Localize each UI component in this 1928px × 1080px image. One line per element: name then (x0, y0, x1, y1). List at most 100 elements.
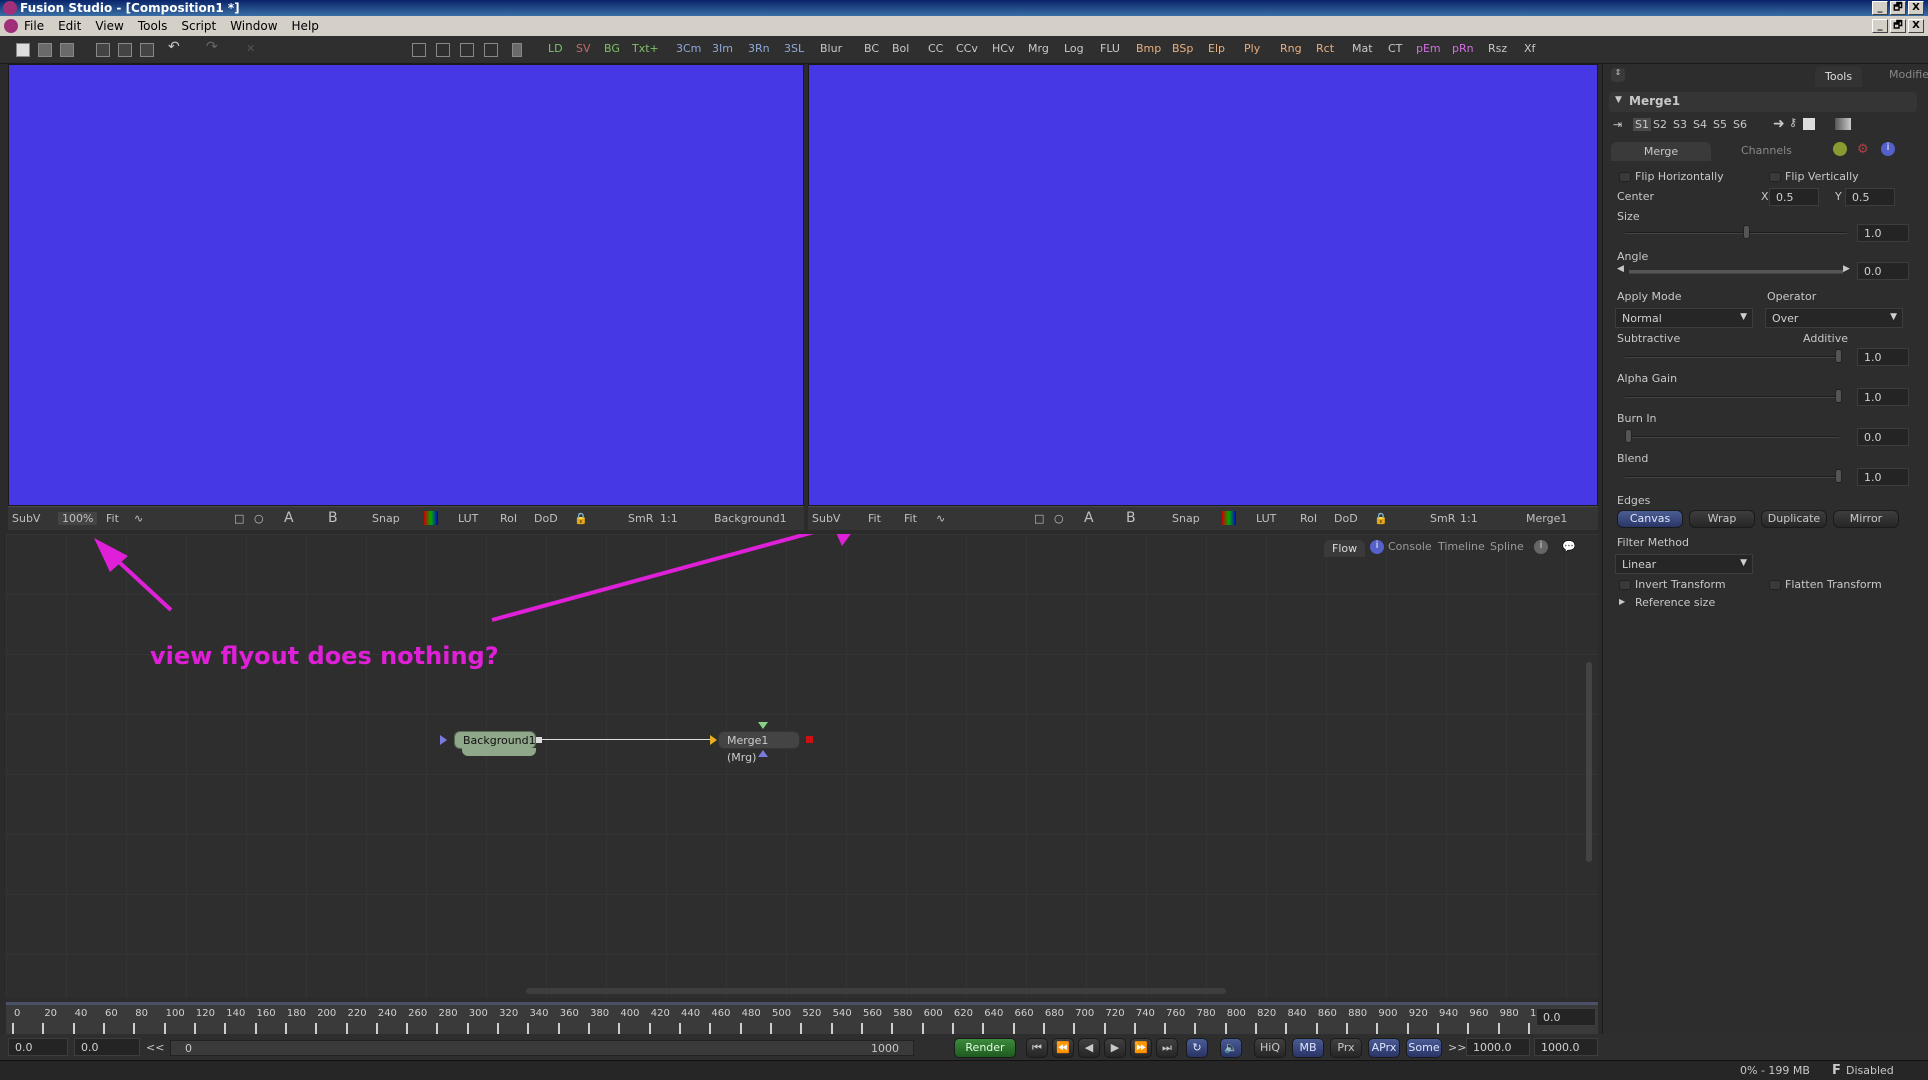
fit-button[interactable]: Fit (904, 512, 917, 525)
radioactive-icon[interactable] (1833, 142, 1847, 156)
edges-mirror-button[interactable]: Mirror (1833, 510, 1899, 528)
tool-3im-button[interactable]: 3Im (712, 42, 733, 55)
zoom-dropdown[interactable]: Fit (868, 512, 881, 525)
angle-right-arrow-icon[interactable]: ▶ (1843, 264, 1850, 274)
menu-script[interactable]: Script (181, 16, 216, 36)
menu-edit[interactable]: Edit (58, 16, 81, 36)
tab-tools[interactable]: Tools (1815, 66, 1863, 87)
invert-transform-checkbox[interactable] (1619, 580, 1631, 590)
smr-button[interactable]: SmR (1430, 512, 1455, 525)
tool-flu-button[interactable]: FLU (1100, 42, 1120, 55)
mb-button[interactable]: MB (1292, 1038, 1324, 1058)
blend-field[interactable]: 1.0 (1857, 468, 1909, 486)
reference-size-label[interactable]: Reference size (1635, 596, 1715, 609)
paste-icon[interactable] (140, 43, 154, 57)
subtab-channels[interactable]: Channels (1741, 144, 1792, 157)
delete-icon[interactable]: ✕ (246, 42, 255, 55)
some-button[interactable]: Some (1406, 1038, 1442, 1058)
subtractive-additive-field[interactable]: 1.0 (1857, 348, 1909, 366)
restore-button[interactable]: 🗗 (1890, 1, 1906, 15)
menu-file[interactable]: File (24, 16, 44, 36)
undo-icon[interactable]: ↶ (168, 39, 180, 55)
fullscreen-icon[interactable] (512, 43, 522, 57)
menu-tools[interactable]: Tools (138, 16, 168, 36)
more-button[interactable]: >> (1448, 1041, 1466, 1054)
rectangle-tool-icon[interactable]: □ (234, 512, 244, 525)
close-button[interactable]: X (1908, 1, 1924, 15)
flatten-transform-checkbox[interactable] (1769, 580, 1781, 590)
play-icon[interactable]: ▶ (1104, 1038, 1126, 1058)
tab-spline[interactable]: Spline (1490, 540, 1524, 553)
foreground-input-icon[interactable] (758, 722, 768, 729)
layout-1-icon[interactable] (412, 43, 426, 57)
current-time-field[interactable]: 0.0 (1536, 1008, 1596, 1026)
key-icon[interactable]: ⚷ (1789, 116, 1797, 129)
prx-button[interactable]: Prx (1330, 1038, 1362, 1058)
tool-cc-button[interactable]: CC (928, 42, 943, 55)
one-to-one-button[interactable]: 1:1 (660, 512, 678, 525)
angle-thumbwheel[interactable] (1629, 270, 1843, 274)
global-end-field[interactable]: 1000.0 (1534, 1038, 1598, 1056)
aprx-button[interactable]: APrx (1368, 1038, 1400, 1058)
render-end-field[interactable]: 1000.0 (1466, 1038, 1530, 1056)
less-button[interactable]: << (146, 1041, 164, 1054)
tool-3sl-button[interactable]: 3SL (784, 42, 804, 55)
layout-2-icon[interactable] (436, 43, 450, 57)
lut-button[interactable]: LUT (458, 512, 478, 525)
tool-ply-button[interactable]: Ply (1244, 42, 1260, 55)
view-a-button[interactable]: A (1084, 510, 1094, 526)
alpha-gain-slider[interactable] (1625, 389, 1842, 403)
tool-rsz-button[interactable]: Rsz (1488, 42, 1507, 55)
one-to-one-button[interactable]: 1:1 (1460, 512, 1478, 525)
tool-bg-button[interactable]: BG (604, 42, 620, 55)
forward-arrow-icon[interactable]: ➜ (1773, 116, 1785, 132)
global-start-field[interactable]: 0.0 (8, 1038, 68, 1056)
tool-sv-button[interactable]: SV (576, 42, 591, 55)
slider-knob[interactable] (1835, 389, 1842, 403)
operator-dropdown[interactable]: Over (1765, 308, 1903, 328)
angle-field[interactable]: 0.0 (1857, 262, 1909, 280)
snap-button[interactable]: Snap (1172, 512, 1200, 525)
color-channel-icon[interactable] (424, 511, 438, 525)
flow-horizontal-scrollbar[interactable] (526, 988, 1226, 994)
tool-bmp-button[interactable]: Bmp (1136, 42, 1161, 55)
subtractive-additive-slider[interactable] (1625, 349, 1842, 363)
spline-tool-icon[interactable]: ∿ (936, 512, 945, 525)
subview-button[interactable]: SubV (812, 512, 840, 525)
doc-restore-button[interactable]: 🗗 (1890, 19, 1906, 33)
play-reverse-icon[interactable]: ◀ (1078, 1038, 1100, 1058)
save-settings-icon[interactable] (1803, 118, 1815, 130)
flip-vertically-checkbox[interactable] (1769, 172, 1781, 182)
angle-left-arrow-icon[interactable]: ◀ (1617, 264, 1624, 274)
version-icon[interactable] (1835, 118, 1851, 130)
tool-bc-button[interactable]: BC (864, 42, 879, 55)
flow-vertical-scrollbar[interactable] (1586, 662, 1592, 862)
view-b-button[interactable]: B (328, 510, 338, 526)
subview-button[interactable]: SubV (12, 512, 40, 525)
left-viewer[interactable] (8, 64, 804, 506)
info-button-icon[interactable]: i (1534, 540, 1548, 554)
tool-bsp-button[interactable]: BSp (1172, 42, 1193, 55)
layout-4-icon[interactable] (484, 43, 498, 57)
collapse-icon[interactable]: ▼ (1615, 95, 1622, 105)
mask-input-icon[interactable] (758, 750, 768, 757)
tool-3cm-button[interactable]: 3Cm (676, 42, 701, 55)
roi-button[interactable]: RoI (1300, 512, 1317, 525)
view-a-button[interactable]: A (284, 510, 294, 526)
slider-knob[interactable] (1835, 349, 1842, 363)
tool-blur-button[interactable]: Blur (820, 42, 842, 55)
expand-icon[interactable]: ▶ (1619, 597, 1625, 606)
gear-icon[interactable]: ⚙ (1857, 142, 1869, 157)
render-start-field[interactable]: 0.0 (74, 1038, 140, 1056)
zoom-dropdown[interactable]: 100% (58, 512, 98, 525)
redo-icon[interactable]: ↷ (206, 39, 218, 55)
menu-window[interactable]: Window (230, 16, 277, 36)
dod-button[interactable]: DoD (1334, 512, 1358, 525)
lock-icon[interactable]: 🔒 (1374, 512, 1388, 525)
hiq-button[interactable]: HiQ (1254, 1038, 1286, 1058)
slot-s1-button[interactable]: S1 (1633, 118, 1651, 131)
render-button[interactable]: Render (954, 1038, 1016, 1058)
right-viewer[interactable] (808, 64, 1598, 506)
snap-button[interactable]: Snap (372, 512, 400, 525)
lock-icon[interactable]: 🔒 (574, 512, 588, 525)
